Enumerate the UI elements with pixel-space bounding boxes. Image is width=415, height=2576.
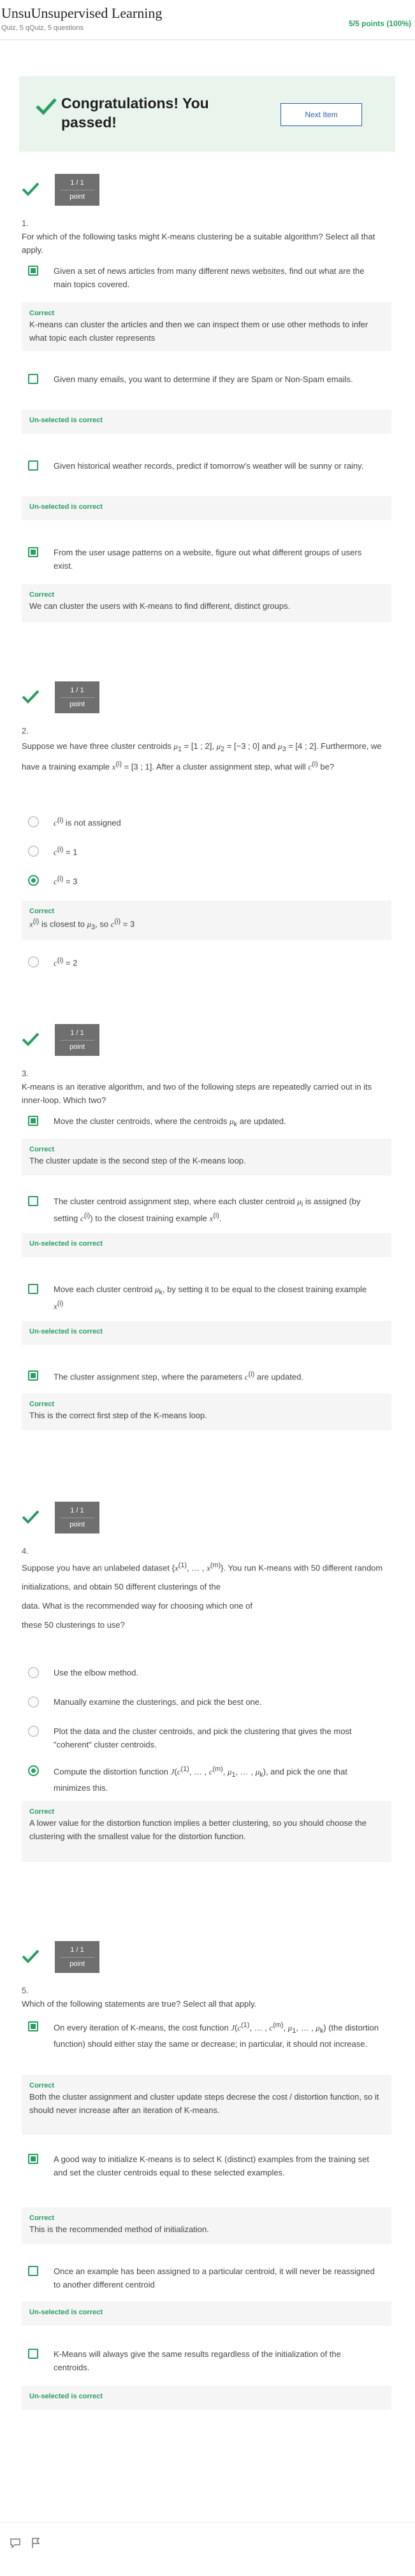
option-4[interactable]: c(i) = 2 [28, 955, 385, 971]
feedback-box: Un-selected is correct [22, 1233, 391, 1257]
question-number: 5. [22, 1986, 29, 1995]
feedback-box: Un-selected is correct [22, 496, 391, 520]
question-text: Which of the following statements are tr… [22, 1999, 257, 2009]
quiz-subtitle: Quiz, 5 qQuiz, 5 questions [1, 24, 84, 32]
page-footer [0, 2522, 415, 2576]
radio-button[interactable] [28, 846, 39, 857]
option-4[interactable]: K-Means will always give the same result… [28, 2347, 385, 2373]
option-3[interactable]: Move each cluster centroid μk, by settin… [28, 1283, 385, 1311]
feedback-box: Correct x(i) is closest to μ3, so c(i) = … [22, 900, 391, 940]
option-1[interactable]: c(i) is not assigned [28, 815, 385, 830]
option-4[interactable]: Compute the distortion function J(c(1), … [28, 1764, 385, 1793]
question-1: 1 / 1 point 1. For which of the following… [22, 174, 391, 640]
points-badge: 1 / 1 point [55, 1502, 99, 1534]
question-number: 1. [22, 218, 29, 228]
feedback-box: Un-selected is correct [22, 2302, 391, 2326]
question-2: 1 / 1 point 2. Suppose we have three clus… [22, 681, 391, 1007]
speech-bubble-icon[interactable] [9, 2537, 22, 2549]
course-title[interactable]: UnsuUnsupervised Learning [1, 5, 162, 22]
option-1[interactable]: Given a set of news articles from many d… [28, 264, 385, 290]
passed-banner: Congratulations! You passed! Next Item [19, 76, 395, 152]
option-3[interactable]: Plot the data and the cluster centroids,… [28, 1725, 385, 1750]
option-1[interactable]: Move the cluster centroids, where the ce… [28, 1114, 385, 1130]
radio-button[interactable] [28, 1726, 39, 1737]
question-number: 2. [22, 726, 29, 736]
question-text: Suppose we have three cluster centroids … [22, 741, 382, 772]
question-text: Suppose you have an unlabeled dataset {x… [22, 1562, 383, 1630]
option-1[interactable]: Use the elbow method. [28, 1666, 385, 1681]
checkbox[interactable] [28, 1196, 38, 1206]
passed-message: Congratulations! You passed! [61, 95, 209, 131]
option-4[interactable]: The cluster assignment step, where the p… [28, 1369, 385, 1384]
feedback-box: Correct K-means can cluster the articles … [22, 302, 391, 351]
radio-button-selected[interactable] [28, 1765, 39, 1776]
radio-button[interactable] [28, 1667, 39, 1678]
checkbox[interactable] [28, 1284, 38, 1294]
points-badge: 1 / 1 point [55, 1024, 99, 1056]
feedback-box: Correct The cluster update is the second … [22, 1139, 391, 1176]
score-points: 5/5 points (100%) [348, 19, 411, 28]
feedback-box: Correct This is the recommended method of… [22, 2207, 391, 2244]
option-2[interactable]: c(i) = 1 [28, 844, 385, 860]
option-1[interactable]: On every iteration of K-means, the cost … [28, 2020, 385, 2062]
checkbox-checked[interactable] [28, 1116, 38, 1126]
feedback-box: Un-selected is correct [22, 409, 391, 434]
next-item-button[interactable]: Next Item [280, 103, 362, 126]
check-icon [22, 182, 40, 196]
feedback-box: Correct This is the correct first step of… [22, 1393, 391, 1430]
feedback-box: Correct Both the cluster assignment and c… [22, 2075, 391, 2135]
checkbox-checked[interactable] [28, 2154, 38, 2164]
question-3: 1 / 1 point 3. K-means is an iterative al… [22, 1024, 391, 1465]
option-4[interactable]: From the user usage patterns on a websit… [28, 546, 385, 571]
option-2[interactable]: A good way to initialize K-means is to s… [28, 2153, 385, 2195]
checkbox-checked[interactable] [28, 1370, 38, 1381]
option-3[interactable]: Given historical weather records, predic… [28, 459, 385, 485]
option-2[interactable]: The cluster centroid assignment step, wh… [28, 1195, 385, 1223]
question-number: 4. [22, 1546, 29, 1556]
checkbox[interactable] [28, 374, 38, 384]
checkbox-checked[interactable] [28, 547, 38, 557]
check-icon [22, 690, 40, 704]
option-2[interactable]: Given many emails, you want to determine… [28, 373, 385, 398]
checkbox[interactable] [28, 460, 38, 471]
question-5: 1 / 1 point 5. Which of the following sta… [22, 1941, 391, 2496]
radio-button[interactable] [28, 816, 39, 827]
question-4: 1 / 1 point 4. Suppose you have an unlabe… [22, 1502, 391, 1891]
feedback-box: Correct We can cluster the users with K-m… [22, 584, 391, 622]
checkbox[interactable] [28, 2266, 38, 2276]
feedback-box: Un-selected is correct [22, 2386, 391, 2410]
points-badge: 1 / 1 point [55, 1941, 99, 1973]
points-badge: 1 / 1 point [55, 174, 99, 206]
question-text: K-means is an iterative algorithm, and t… [22, 1082, 372, 1106]
check-icon [22, 1032, 40, 1046]
radio-button[interactable] [28, 1697, 39, 1707]
radio-button-selected[interactable] [28, 875, 39, 886]
points-badge: 1 / 1 point [55, 681, 99, 713]
checkbox[interactable] [28, 2349, 38, 2359]
check-icon [22, 1949, 40, 1963]
option-3[interactable]: Once an example has been assigned to a p… [28, 2265, 385, 2290]
check-icon [22, 1510, 40, 1524]
feedback-box: Correct A lower value for the distortion … [22, 1801, 391, 1862]
flag-icon[interactable] [29, 2537, 42, 2549]
option-2[interactable]: Manually examine the clusterings, and pi… [28, 1695, 385, 1711]
option-3[interactable]: c(i) = 3 [28, 874, 385, 889]
checkbox-checked[interactable] [28, 2021, 38, 2032]
page-header: UnsuUnsupervised Learning Quiz, 5 qQuiz,… [0, 0, 415, 40]
question-text: For which of the following tasks might K… [22, 232, 375, 255]
check-icon [36, 98, 57, 115]
checkbox-checked[interactable] [28, 266, 38, 276]
question-number: 3. [22, 1069, 29, 1078]
radio-button[interactable] [28, 957, 39, 967]
feedback-box: Un-selected is correct [22, 1321, 391, 1345]
